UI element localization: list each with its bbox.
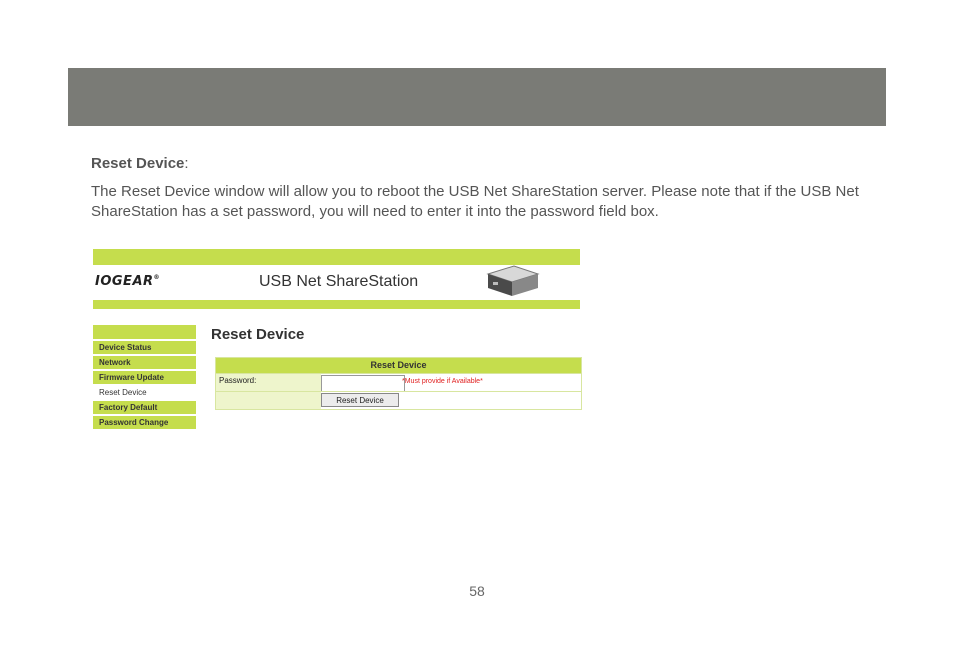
sidebar-menu: Device Status Network Firmware Update Re…	[93, 325, 196, 431]
panel-title: Reset Device	[211, 326, 305, 343]
bottom-green-bar	[93, 300, 580, 309]
sidebar-item-device-status[interactable]: Device Status	[93, 341, 196, 354]
iogear-logo: IOGEAR®	[95, 274, 160, 289]
logo-registered-mark: ®	[153, 274, 161, 281]
password-label: Password:	[216, 374, 321, 391]
product-title: USB Net ShareStation	[259, 273, 419, 290]
ui-screenshot: IOGEAR® USB Net ShareStation Device Stat…	[93, 249, 582, 434]
reset-device-table: Reset Device Password: *Must provide if …	[215, 357, 582, 410]
sidebar-item-password-change[interactable]: Password Change	[93, 416, 196, 429]
sidebar-item-firmware-update[interactable]: Firmware Update	[93, 371, 196, 384]
button-row-label-cell	[216, 392, 321, 409]
password-row: Password: *Must provide if Available*	[216, 373, 581, 392]
page-number: 58	[469, 583, 485, 599]
password-note: *Must provide if Available*	[402, 378, 483, 385]
device-image	[486, 265, 540, 296]
password-input[interactable]	[321, 375, 405, 392]
top-green-bar	[93, 249, 580, 265]
section-title: Reset Device	[91, 155, 185, 172]
sidebar-item-reset-device[interactable]: Reset Device	[93, 386, 196, 399]
sidebar-item-network[interactable]: Network	[93, 356, 196, 369]
button-row: Reset Device	[216, 391, 581, 409]
logo-text: IOGEAR	[95, 274, 154, 289]
sidebar-menu-header	[93, 325, 196, 339]
reset-device-button[interactable]: Reset Device	[321, 393, 399, 407]
section-title-colon: :	[184, 155, 189, 172]
body-paragraph: The Reset Device window will allow you t…	[91, 183, 859, 220]
section-heading: Reset Device:	[91, 155, 189, 172]
sidebar-item-factory-default[interactable]: Factory Default	[93, 401, 196, 414]
table-header: Reset Device	[216, 358, 581, 373]
header-banner	[68, 68, 886, 126]
